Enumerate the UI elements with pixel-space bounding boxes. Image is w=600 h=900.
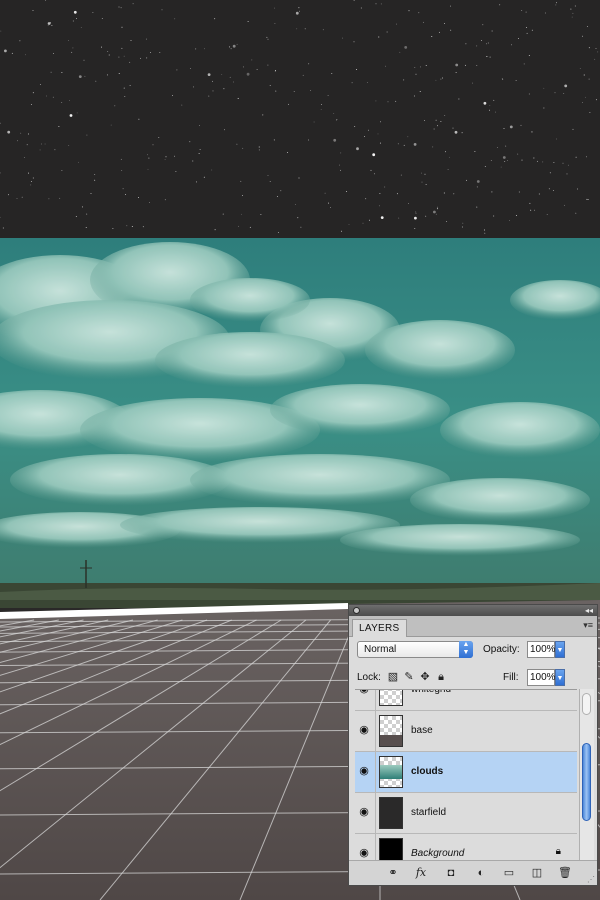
layer-row-starfield[interactable]: ◉ starfield	[355, 793, 577, 834]
lock-fill-row: Lock: ▧ ✎ ✥ 🔒︎ Fill: 100% ▼	[355, 669, 593, 689]
collapse-icon[interactable]: ◂◂	[585, 605, 593, 616]
checkerboard-icon[interactable]: ▧	[385, 671, 401, 684]
layer-row-whitegrid[interactable]: ◉ whitegrid	[355, 689, 577, 711]
adjustment-icon[interactable]: ◐	[471, 865, 491, 881]
link-layers-icon[interactable]: ⚭	[383, 865, 403, 881]
layer-name: starfield	[411, 807, 447, 818]
panel-titlebar[interactable]: ◂◂	[349, 605, 597, 616]
fx-icon[interactable]: fx	[411, 865, 431, 881]
panel-footer: ⚭ fx ◘ ◐ ▭ ◫ 🗑︎ ⋰	[349, 860, 597, 885]
eye-icon[interactable]: ◉	[357, 764, 371, 778]
divider	[375, 690, 376, 710]
panel-menu-icon[interactable]: ▾≡	[583, 620, 593, 630]
divider	[375, 793, 376, 833]
new-layer-icon[interactable]: ◫	[527, 865, 547, 881]
layer-name: base	[411, 725, 433, 736]
eye-icon[interactable]: ◉	[357, 690, 371, 696]
trash-icon[interactable]: 🗑︎	[555, 865, 575, 881]
layer-thumbnail	[379, 690, 403, 706]
opacity-field[interactable]: 100%	[527, 641, 556, 658]
starfield-region	[0, 0, 600, 238]
fill-dropdown-icon[interactable]: ▼	[555, 669, 565, 686]
layer-name: Background	[411, 848, 465, 859]
group-folder-icon[interactable]: ▭	[499, 865, 519, 881]
scroll-thumb[interactable]	[582, 743, 591, 821]
lock-label: Lock:	[357, 672, 381, 683]
fill-field[interactable]: 100%	[527, 669, 556, 686]
panel-tab-row: LAYERS ▾≡	[349, 616, 597, 637]
layer-name: clouds	[411, 766, 444, 777]
layer-row-background[interactable]: ◉ Background 🔒︎	[355, 834, 577, 862]
clouds-region	[0, 238, 600, 608]
mask-icon[interactable]: ◘	[441, 865, 461, 881]
updown-arrows-icon[interactable]: ▲ ▼	[459, 641, 473, 658]
eye-icon[interactable]: ◉	[357, 723, 371, 737]
opacity-label: Opacity:	[483, 644, 520, 655]
brush-icon[interactable]: ✎	[401, 671, 417, 684]
divider	[375, 711, 376, 751]
blend-mode-select[interactable]: Normal ▲ ▼	[357, 641, 473, 658]
move-icon[interactable]: ✥	[417, 671, 433, 684]
tab-layers[interactable]: LAYERS	[352, 619, 407, 637]
eye-icon[interactable]: ◉	[357, 805, 371, 819]
layer-thumbnail	[379, 797, 403, 829]
fill-label: Fill:	[503, 672, 519, 683]
close-icon[interactable]	[353, 607, 360, 614]
divider	[375, 752, 376, 792]
scroll-track-cap	[582, 693, 591, 715]
layer-thumbnail	[379, 756, 403, 788]
resize-grip-icon[interactable]: ⋰	[587, 875, 595, 884]
layer-name: whitegrid	[411, 689, 452, 695]
layer-thumbnail	[379, 715, 403, 747]
blend-mode-value: Normal	[364, 644, 397, 655]
blend-opacity-row: Normal ▲ ▼ Opacity: 100% ▼	[355, 641, 593, 661]
divider	[375, 834, 376, 862]
padlock-icon[interactable]: 🔒︎	[433, 671, 449, 684]
layer-list-scrollbar[interactable]	[579, 689, 594, 861]
layer-row-base[interactable]: ◉ base	[355, 711, 577, 752]
opacity-dropdown-icon[interactable]: ▼	[555, 641, 565, 658]
eye-icon[interactable]: ◉	[357, 846, 371, 860]
padlock-icon: 🔒︎	[555, 846, 561, 857]
layers-panel: ◂◂ LAYERS ▾≡ Normal ▲ ▼ Opacity: 100% ▼ L…	[348, 604, 598, 886]
layer-row-clouds[interactable]: ◉ clouds	[355, 752, 577, 793]
lock-icons: ▧ ✎ ✥ 🔒︎	[385, 671, 449, 684]
layer-thumbnail	[379, 838, 403, 862]
layer-list: ◉ whitegrid ◉ base ◉ clouds ◉ starfield	[355, 689, 577, 862]
